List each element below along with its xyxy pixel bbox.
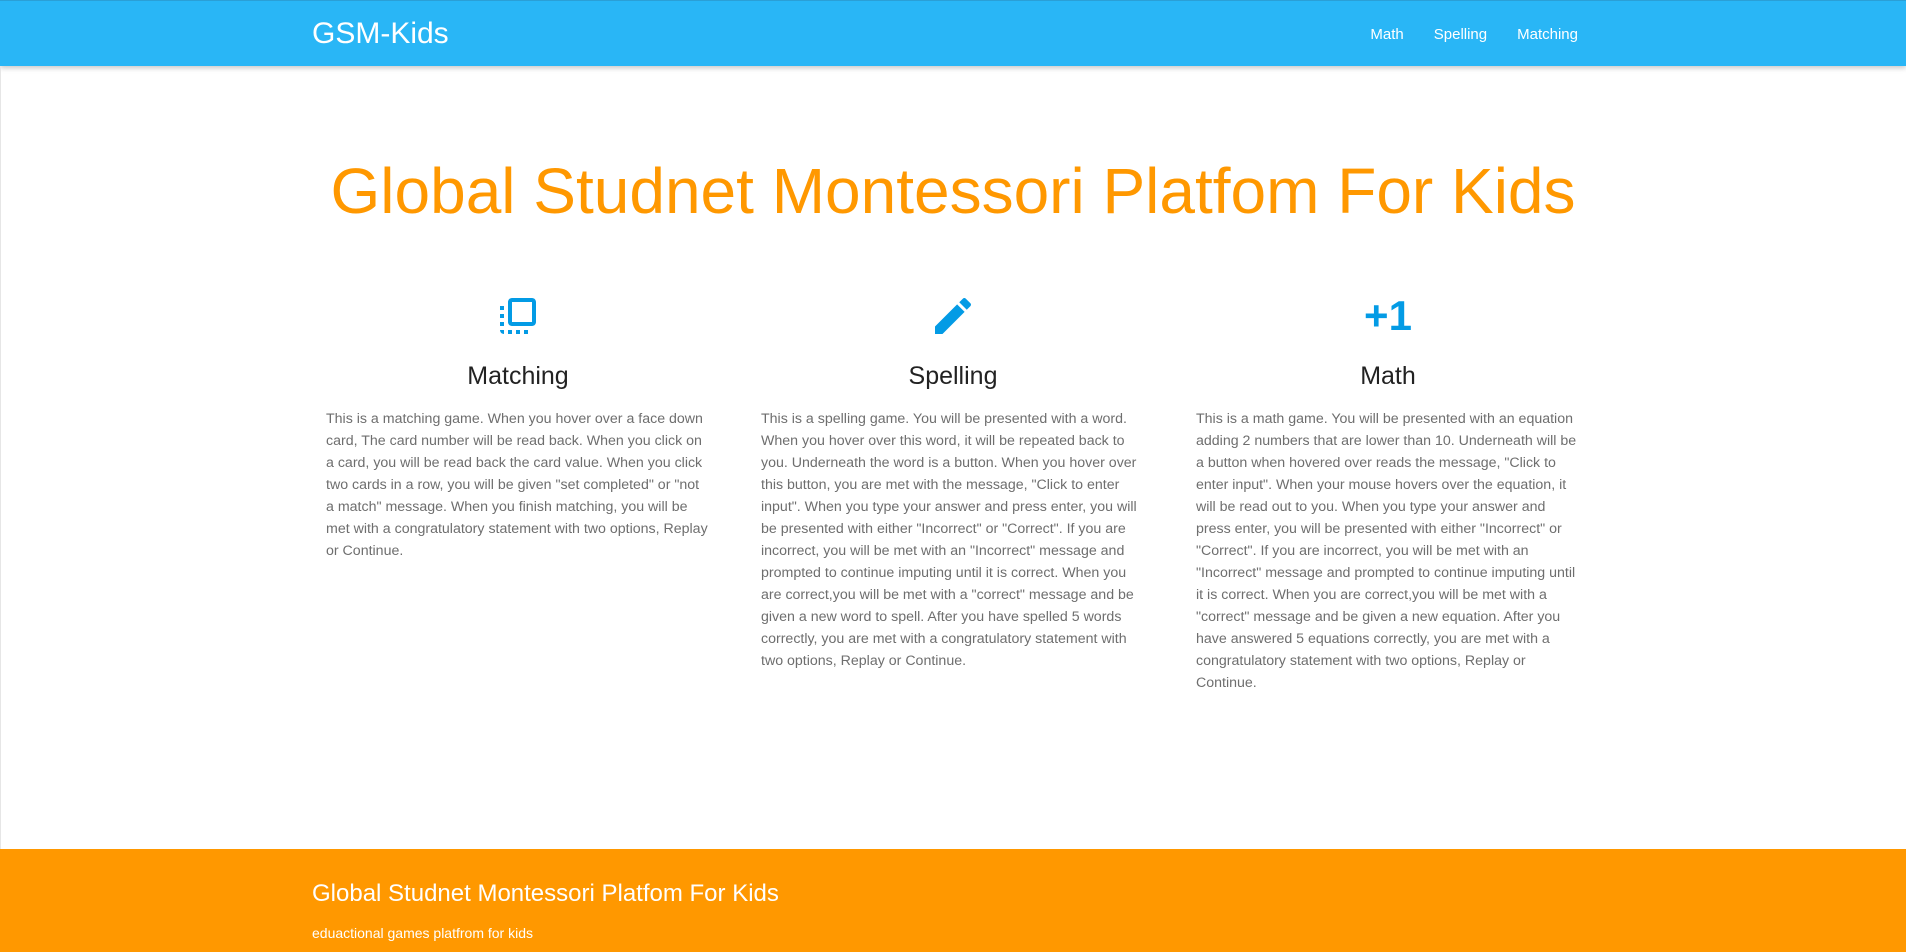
navbar: GSM-Kids Math Spelling Matching [0, 0, 1906, 66]
footer: Global Studnet Montessori Platfom For Ki… [0, 849, 1906, 952]
flip-to-front-icon [494, 292, 542, 340]
page: GSM-Kids Math Spelling Matching Global S… [0, 0, 1906, 952]
feature-title-spelling: Spelling [908, 362, 998, 390]
plus-one-icon: +1 [1364, 292, 1412, 339]
pencil-icon [929, 292, 977, 340]
nav-link-math[interactable]: Math [1370, 26, 1403, 43]
nav-links: Math Spelling Matching [1340, 1, 1578, 67]
feature-title-matching: Matching [467, 362, 569, 390]
footer-title: Global Studnet Montessori Platfom For Ki… [312, 880, 779, 907]
footer-subtitle: eduactional games platfrom for kids [312, 925, 533, 941]
feature-math: +1 Math This is a math game. You will be… [1196, 292, 1580, 694]
nav-link-matching[interactable]: Matching [1517, 26, 1578, 43]
nav-link-spelling[interactable]: Spelling [1434, 26, 1487, 43]
feature-matching: Matching This is a matching game. When y… [326, 292, 710, 562]
brand-logo-link[interactable]: GSM-Kids [312, 16, 449, 52]
hero-title: Global Studnet Montessori Platfom For Ki… [330, 155, 1576, 227]
feature-text-matching: This is a matching game. When you hover … [326, 411, 708, 559]
feature-text-spelling: This is a spelling game. You will be pre… [761, 411, 1137, 669]
feature-title-math: Math [1360, 362, 1416, 390]
feature-spelling: Spelling This is a spelling game. You wi… [761, 292, 1145, 672]
feature-text-math: This is a math game. You will be present… [1196, 411, 1577, 691]
